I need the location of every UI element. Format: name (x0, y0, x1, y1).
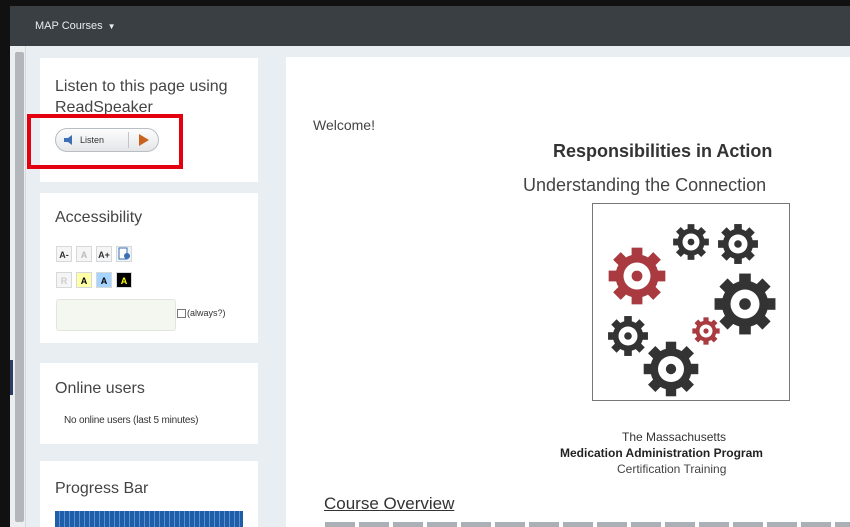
always-option: (always?) (177, 308, 226, 318)
accessibility-option-button[interactable]: A (76, 272, 92, 288)
listen-divider (128, 132, 129, 148)
gears-image (592, 203, 790, 401)
accessibility-option-button[interactable]: A- (56, 246, 72, 262)
accessibility-option-button[interactable]: A (116, 272, 132, 288)
play-icon (139, 134, 149, 146)
course-title: Responsibilities in Action (553, 141, 773, 161)
caption-line-1: The Massachusetts (622, 430, 727, 444)
welcome-text: Welcome! (313, 117, 375, 133)
progress-bar (55, 511, 243, 527)
readspeaker-title: Listen to this page using ReadSpeaker (55, 78, 228, 116)
accessibility-title: Accessibility (55, 209, 143, 226)
listen-label: Listen (80, 135, 105, 145)
online-users-text: No online users (last 5 minutes) (64, 415, 199, 426)
course-subtitle: Understanding the Connection (523, 175, 767, 195)
chevron-down-icon: ▼ (107, 21, 116, 31)
accessibility-save-field[interactable] (56, 299, 176, 331)
map-courses-label: MAP Courses (35, 20, 103, 32)
online-users-block: Online users (40, 363, 258, 444)
online-users-title: Online users (55, 380, 145, 397)
progress-bar-title: Progress Bar (55, 480, 149, 497)
scrollbar-thumb[interactable] (15, 52, 24, 522)
caption-line-2: Medication Administration Program (560, 446, 763, 460)
scrollbar-marker (10, 360, 13, 395)
accessibility-option-button[interactable]: A+ (96, 246, 112, 262)
always-label: (always?) (187, 308, 226, 318)
accessibility-option-button[interactable]: A (76, 246, 92, 262)
course-overview-text (325, 522, 850, 527)
caption-line-3: Certification Training (617, 462, 727, 476)
listen-button[interactable]: Listen (55, 128, 159, 152)
gears-graphic (608, 224, 776, 397)
speaker-icon (64, 135, 76, 145)
map-courses-menu[interactable]: MAP Courses ▼ (35, 20, 116, 32)
screen-frame-left (0, 0, 10, 527)
accessibility-option-button[interactable]: R (56, 272, 72, 288)
top-navbar: MAP Courses ▼ (10, 6, 850, 46)
readability-icon[interactable] (116, 246, 132, 262)
accessibility-option-button[interactable]: A (96, 272, 112, 288)
always-checkbox[interactable] (177, 308, 186, 318)
course-overview-link[interactable]: Course Overview (324, 494, 454, 514)
